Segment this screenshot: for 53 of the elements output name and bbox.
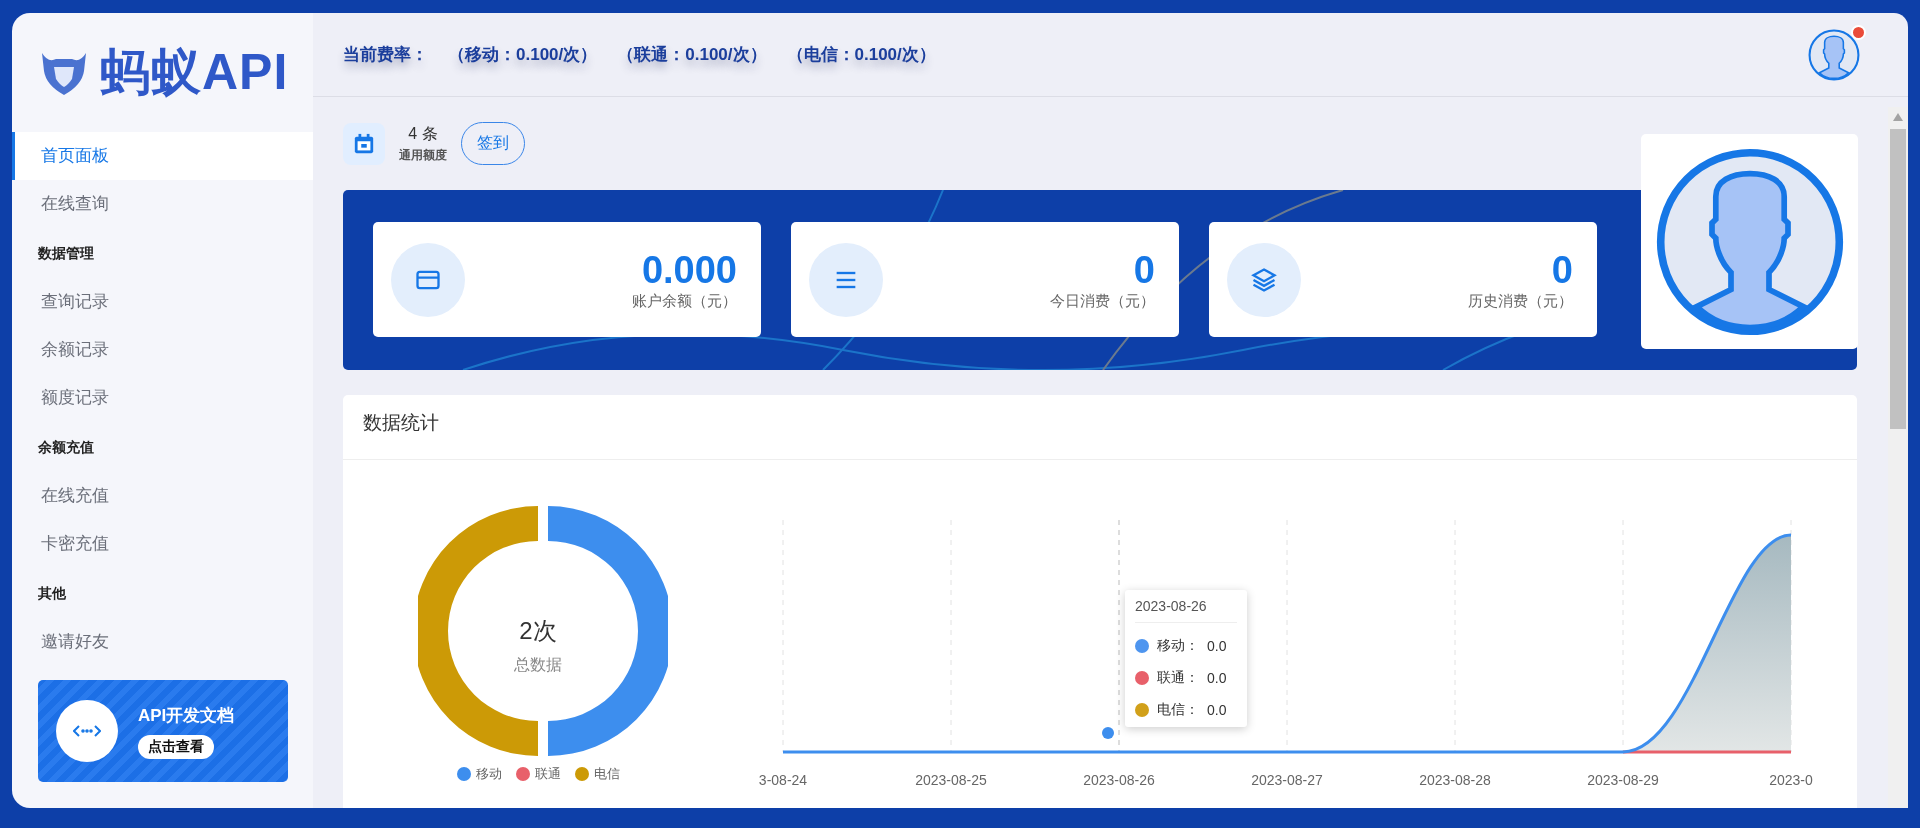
rate-text: （联通：0.100/次）	[617, 44, 767, 66]
menu-item[interactable]: 首页面板	[12, 132, 313, 180]
stat-value: 0	[1133, 248, 1155, 292]
tooltip-label: 电信：	[1157, 701, 1199, 719]
axis-label: 2023-08-27	[1251, 772, 1323, 788]
layers-icon	[1250, 265, 1278, 294]
menu-section-title: 数据管理	[37, 244, 95, 263]
doc-card-title: API开发文档	[138, 704, 235, 727]
logo-text: 蚂蚁API	[100, 43, 289, 102]
axis-label: 2023-08-29	[1587, 772, 1659, 788]
rate-text: （移动：0.100/次）	[448, 44, 598, 66]
avatar-icon	[1654, 146, 1845, 337]
tooltip-value: 0.0	[1207, 670, 1227, 686]
menu-section-title: 余额充值	[37, 438, 95, 457]
tooltip-label: 联通：	[1157, 669, 1199, 687]
quota-count: 4 条	[408, 123, 438, 144]
legend-item[interactable]: 联通	[515, 765, 561, 783]
stat-value: 0.000	[641, 248, 737, 292]
calendar-icon	[343, 122, 385, 165]
rate-text: （电信：0.100/次）	[786, 44, 936, 66]
avatar-icon	[1808, 28, 1860, 81]
donut-total: 2次	[519, 616, 557, 646]
scrollbar[interactable]	[1888, 107, 1908, 808]
quota-caption: 通用额度	[399, 146, 447, 164]
stat-label: 历史消费（元）	[1468, 292, 1573, 311]
stat-label: 账户余额（元）	[632, 292, 737, 311]
menu-item[interactable]: 卡密充值	[12, 520, 313, 568]
axis-label: 2023-08-26	[1083, 772, 1155, 788]
menu-section-title: 其他	[37, 584, 67, 603]
tooltip-value: 0.0	[1207, 638, 1227, 654]
menu-item[interactable]: 余额记录	[12, 326, 313, 374]
axis-label: 2023-08-25	[915, 772, 987, 788]
axis-label: 2023-08-28	[1419, 772, 1491, 788]
view-button[interactable]: 点击查看	[138, 734, 214, 759]
tooltip-date: 2023-08-26	[1135, 598, 1237, 623]
tooltip-label: 移动：	[1157, 637, 1199, 655]
legend-item[interactable]: 移动	[456, 765, 502, 783]
donut-caption: 总数据	[514, 655, 562, 675]
legend-item[interactable]: 电信	[574, 765, 620, 783]
stat-value: 0	[1551, 248, 1573, 292]
menu-item[interactable]: 额度记录	[12, 374, 313, 422]
rate-label: 当前费率：	[343, 44, 428, 66]
stat-label: 今日消费（元）	[1050, 292, 1155, 311]
tooltip-value: 0.0	[1207, 702, 1227, 718]
menu-item[interactable]: 查询记录	[12, 278, 313, 326]
axis-label: 3-08-24	[758, 772, 808, 788]
axis-label: 2023-0	[1769, 772, 1813, 788]
menu-item[interactable]: 在线充值	[12, 472, 313, 520]
menu-item[interactable]: 邀请好友	[12, 618, 313, 666]
card-title: 数据统计	[343, 395, 1857, 460]
code-icon	[56, 700, 118, 762]
scroll-up-icon[interactable]	[1893, 113, 1903, 121]
menu-item[interactable]: 在线查询	[12, 180, 313, 228]
